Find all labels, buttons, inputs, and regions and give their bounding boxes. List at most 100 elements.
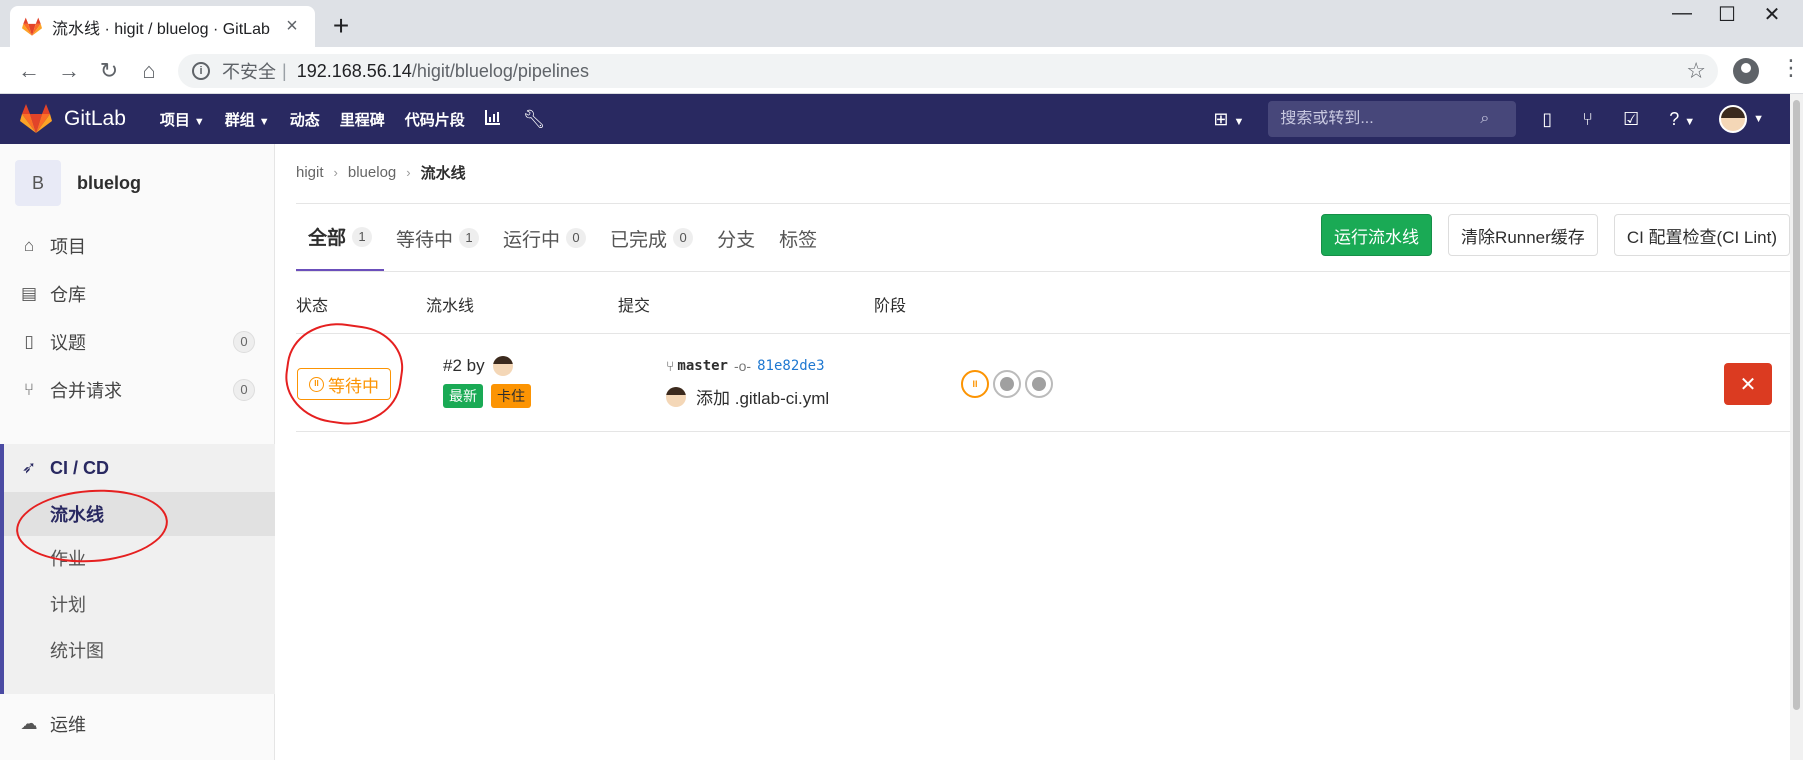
sidebar-item-cicd[interactable]: ➶ CI / CD (0, 444, 275, 492)
tab-count-badge: 1 (352, 226, 373, 247)
browser-toolbar: ← → ↻ ⌂ i 不安全 | 192.168.56.14 /higit/blu… (0, 47, 1803, 94)
stage-created-icon[interactable] (1025, 370, 1053, 398)
tab-label: 等待中 (396, 229, 454, 251)
tab-pending[interactable]: 等待中 1 (384, 204, 491, 272)
chart-icon[interactable] (484, 109, 501, 130)
address-bar[interactable]: i 不安全 | 192.168.56.14 /higit/bluelog/pip… (178, 54, 1718, 88)
user-avatar[interactable] (492, 356, 513, 376)
sidebar-item-label: 议题 (50, 333, 86, 353)
breadcrumb-current[interactable]: 流水线 (421, 162, 466, 183)
divider (296, 271, 1790, 272)
latest-badge: 最新 (443, 384, 483, 408)
user-avatar[interactable] (666, 386, 686, 407)
window-close-icon[interactable]: ✕ (1752, 2, 1792, 27)
tab-label: 已完成 (610, 229, 668, 251)
stage-created-icon[interactable] (993, 370, 1021, 398)
run-pipeline-button[interactable]: 运行流水线 (1321, 214, 1433, 256)
new-tab-icon[interactable]: + (326, 10, 356, 42)
search-icon: ⌕ (1480, 110, 1490, 127)
search-box[interactable]: ⌕ (1268, 101, 1517, 137)
nav-groups[interactable]: 群组 ▼ (225, 109, 270, 130)
sidebar-item-operations[interactable]: ☁ 运维 (0, 700, 275, 748)
branch-link[interactable]: master (677, 358, 728, 374)
bookmark-star-icon[interactable]: ☆ (1686, 58, 1706, 84)
stage-manual-icon[interactable]: II (961, 370, 989, 398)
document-icon: ▤ (20, 284, 38, 303)
gitlab-favicon-icon (22, 17, 42, 36)
sidebar-subitem-schedules[interactable]: 计划 (4, 582, 275, 626)
gitlab-logo-icon[interactable] (20, 104, 52, 134)
project-avatar: B (15, 160, 61, 206)
merge-request-icon[interactable]: ⑂ (1582, 109, 1593, 130)
home-icon[interactable]: ⌂ (134, 57, 164, 85)
gitlab-brand[interactable]: GitLab (64, 107, 126, 131)
forward-icon[interactable]: → (54, 57, 84, 85)
project-name: bluelog (77, 172, 141, 193)
sidebar-item-project[interactable]: ⌂ 项目 (0, 222, 275, 270)
reload-icon[interactable]: ↻ (94, 57, 124, 85)
chevron-down-icon: ▼ (258, 115, 270, 128)
chevron-right-icon: › (333, 165, 338, 180)
nav-snippets[interactable]: 代码片段 (405, 109, 465, 130)
sidebar-item-merge-requests[interactable]: ⑂ 合并请求 0 (0, 366, 275, 414)
nav-projects[interactable]: 项目 ▼ (160, 109, 205, 130)
insecure-label: 不安全 (222, 62, 276, 82)
pipeline-stages: II (961, 370, 1057, 398)
commit-message: 添加 .gitlab-ci.yml (666, 384, 829, 409)
tab-tags[interactable]: 标签 (767, 204, 829, 272)
sidebar-project-header[interactable]: B bluelog (15, 160, 141, 206)
scrollbar-thumb[interactable] (1793, 100, 1800, 710)
address-separator: | (282, 60, 287, 81)
browser-profile-icon[interactable] (1733, 58, 1759, 84)
tab-label: 全部 (308, 228, 347, 249)
sidebar-item-label: 项目 (50, 237, 86, 257)
scrollbar[interactable] (1790, 94, 1803, 760)
tab-count-badge: 0 (566, 228, 587, 248)
browser-menu-icon[interactable]: ⋮ (1780, 55, 1802, 81)
sidebar-item-issues[interactable]: ▯ 议题 0 (0, 318, 275, 366)
merge-requests-count-badge: 0 (233, 379, 255, 401)
maximize-icon[interactable]: ☐ (1707, 2, 1747, 27)
issues-icon[interactable]: ▯ (1542, 109, 1552, 130)
sidebar-subitem-charts[interactable]: 统计图 (4, 628, 275, 672)
back-icon[interactable]: ← (14, 57, 44, 85)
tab-all[interactable]: 全部 1 (296, 204, 385, 272)
chevron-down-icon: ▼ (193, 115, 205, 128)
cancel-pipeline-button[interactable]: ✕ (1724, 363, 1772, 405)
browser-tab[interactable]: 流水线 · higit / bluelog · GitLab × (10, 6, 315, 47)
nav-milestones[interactable]: 里程碑 (340, 109, 385, 130)
divider (296, 431, 1790, 432)
sidebar-item-repository[interactable]: ▤ 仓库 (0, 270, 275, 318)
commit-sha-link[interactable]: 81e82de3 (757, 358, 824, 374)
search-input[interactable] (1280, 110, 1481, 128)
breadcrumb-project[interactable]: bluelog (348, 164, 396, 181)
column-header-status: 状态 (296, 298, 329, 315)
issues-count-badge: 0 (233, 331, 255, 353)
tab-branches[interactable]: 分支 (705, 204, 767, 272)
pipeline-actions: 运行流水线 清除Runner缓存 CI 配置检查(CI Lint) (1305, 214, 1790, 256)
wrench-icon[interactable]: 🔧︎ (523, 109, 546, 130)
breadcrumb-group[interactable]: higit (296, 164, 324, 181)
column-header-pipeline: 流水线 (426, 298, 475, 315)
close-icon[interactable]: × (281, 15, 303, 38)
commit-title-link[interactable]: 添加 .gitlab-ci.yml (696, 384, 829, 409)
breadcrumb: higit › bluelog › 流水线 (296, 162, 466, 183)
branch-icon: ⑂ (666, 358, 675, 374)
info-icon[interactable]: i (192, 62, 210, 80)
pipeline-id[interactable]: #2 by (443, 356, 513, 376)
nav-activity[interactable]: 动态 (290, 109, 320, 130)
rocket-icon: ➶ (21, 458, 37, 477)
chevron-down-icon[interactable]: ▼ (1753, 113, 1764, 125)
tab-running[interactable]: 运行中 0 (491, 204, 598, 272)
sidebar-item-label: 运维 (50, 715, 86, 735)
help-icon[interactable]: ? ▼ (1669, 109, 1695, 130)
tab-finished[interactable]: 已完成 0 (598, 204, 705, 272)
todo-icon[interactable]: ☑ (1623, 109, 1639, 130)
clear-runner-cache-button[interactable]: 清除Runner缓存 (1448, 214, 1598, 256)
ci-lint-button[interactable]: CI 配置检查(CI Lint) (1613, 214, 1790, 256)
user-avatar[interactable] (1719, 105, 1748, 133)
minimize-icon[interactable]: — (1662, 2, 1702, 25)
sidebar-item-label: 合并请求 (50, 381, 122, 401)
column-header-commit: 提交 (618, 298, 651, 315)
plus-square-icon[interactable]: ⊞ ▼ (1213, 109, 1244, 130)
